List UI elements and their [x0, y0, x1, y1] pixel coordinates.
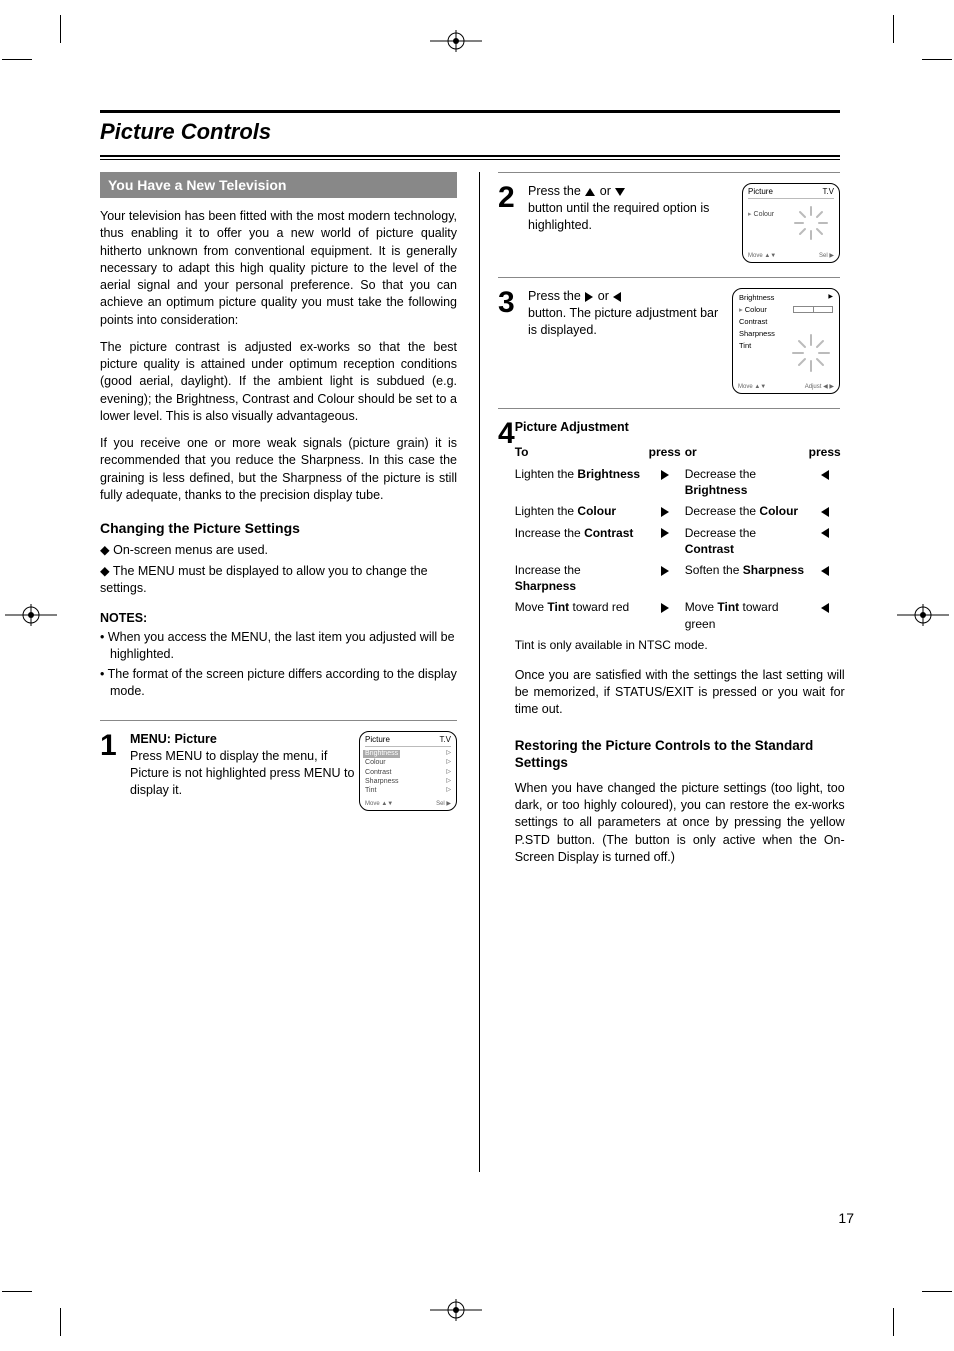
left-column: You Have a New Television Your televisio…: [100, 172, 457, 1172]
bullet-1: On-screen menus are used.: [100, 542, 457, 559]
adj-table-footnote: Tint is only available in NTSC mode.: [515, 637, 845, 653]
left-arrow-icon: [821, 603, 829, 613]
top-rule-thick: [100, 110, 840, 113]
step-3: 3 Press the or button. The picture adjus…: [498, 277, 840, 394]
right-column: 2 Press the or button until the required…: [480, 172, 840, 1172]
step-1-number: 1: [100, 731, 130, 811]
step-4: 4 Picture Adjustment To press or press: [498, 408, 840, 876]
rule-under-title-1: [100, 155, 840, 157]
section-header-new-tv: You Have a New Television: [100, 172, 457, 198]
left-arrow-icon: [821, 470, 829, 480]
step-2-screen-thumbnail: Picture T.V ▸Colour: [742, 183, 840, 263]
note-1: When you access the MENU, the last item …: [100, 629, 457, 663]
rule-under-title-2: [100, 159, 840, 160]
sun-burst-icon-2: [791, 333, 831, 373]
adj-row-colour: Lighten the Colour Decrease the Colour: [515, 503, 845, 519]
intro-para-1: Your television has been fitted with the…: [100, 208, 457, 329]
right-arrow-icon: [661, 507, 669, 517]
adj-row-tint: Move Tint toward red Move Tint toward gr…: [515, 599, 845, 631]
post-adjustment-note: Once you are satisfied with the settings…: [515, 667, 845, 719]
left-arrow-icon: [613, 292, 621, 302]
down-arrow-icon: [615, 188, 625, 196]
step-3-text: Press the or button. The picture adjustm…: [528, 288, 732, 394]
right-arrow-icon: [661, 470, 669, 480]
sun-burst-icon: [791, 203, 831, 243]
step-2-number: 2: [498, 183, 528, 263]
step-1-screen-thumbnail: Picture T.V Brightness▷ Colour▷ Contrast…: [359, 731, 457, 811]
left-arrow-icon: [821, 566, 829, 576]
page-number: 17: [838, 1210, 854, 1226]
page-title: Picture Controls: [100, 119, 840, 145]
registration-mark-left: [5, 604, 57, 626]
restore-body: When you have changed the picture settin…: [515, 780, 845, 866]
adj-row-sharpness: Increase the Sharpness Soften the Sharpn…: [515, 562, 845, 594]
adj-row-brightness: Lighten the Brightness Decrease the Brig…: [515, 466, 845, 498]
note-2: The format of the screen picture differs…: [100, 666, 457, 700]
up-arrow-icon: [585, 188, 595, 196]
adjustment-table: To press or press Lighten the Brightness…: [515, 444, 845, 653]
restore-heading: Restoring the Picture Controls to the St…: [515, 737, 845, 772]
step-4-heading: Picture Adjustment: [515, 419, 845, 436]
intro-para-2: The picture contrast is adjusted ex-work…: [100, 339, 457, 425]
step-3-number: 3: [498, 288, 528, 394]
registration-mark-right: [897, 604, 949, 626]
page-content: Picture Controls You Have a New Televisi…: [100, 110, 840, 1172]
left-arrow-icon: [821, 507, 829, 517]
step-4-number: 4: [498, 419, 515, 876]
right-arrow-icon: [661, 603, 669, 613]
step-2-text: Press the or button until the required o…: [528, 183, 742, 263]
step-1-text: MENU: Picture Press MENU to display the …: [130, 731, 359, 811]
step-1: 1 MENU: Picture Press MENU to display th…: [100, 720, 457, 811]
notes-heading: NOTES:: [100, 611, 457, 625]
adj-row-contrast: Increase the Contrast Decrease the Contr…: [515, 525, 845, 557]
left-arrow-icon: [821, 528, 829, 538]
step-3-screen-thumbnail: Brightness▶ ▸Colour Contrast Sharpness T…: [732, 288, 840, 394]
right-arrow-icon: [661, 528, 669, 538]
bullet-2: The MENU must be displayed to allow you …: [100, 563, 457, 597]
right-arrow-icon: [585, 292, 593, 302]
registration-mark-top: [430, 30, 482, 52]
right-arrow-icon: [661, 566, 669, 576]
intro-para-3: If you receive one or more weak signals …: [100, 435, 457, 504]
registration-mark-bottom: [430, 1299, 482, 1321]
step-2: 2 Press the or button until the required…: [498, 172, 840, 263]
subhead-changing-settings: Changing the Picture Settings: [100, 520, 457, 536]
